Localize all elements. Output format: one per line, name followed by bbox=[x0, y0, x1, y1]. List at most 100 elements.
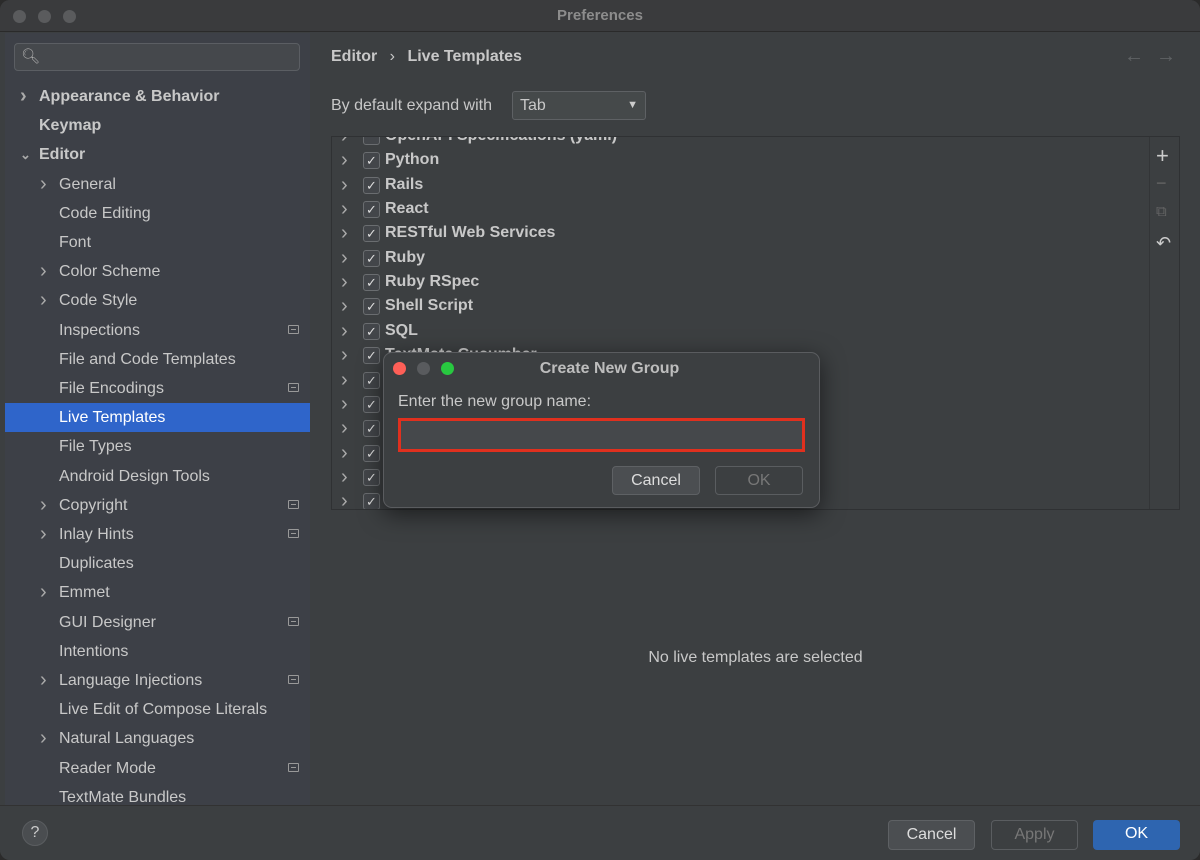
chevron-right-icon[interactable]: › bbox=[341, 270, 348, 294]
sidebar-item[interactable]: Code Editing bbox=[5, 199, 310, 228]
sidebar-item[interactable]: TextMate Bundles bbox=[5, 783, 310, 805]
sidebar-item[interactable]: ⌄ Editor bbox=[5, 140, 310, 169]
group-checkbox[interactable]: ✓ bbox=[363, 371, 380, 389]
sidebar-item[interactable]: Keymap bbox=[5, 111, 310, 140]
chevron-right-icon[interactable]: › bbox=[341, 368, 348, 392]
sidebar-item[interactable]: Duplicates bbox=[5, 549, 310, 578]
chevron-right-icon[interactable]: › bbox=[20, 82, 27, 111]
sidebar-item[interactable]: Intentions bbox=[5, 637, 310, 666]
group-checkbox[interactable]: ✓ bbox=[363, 274, 380, 292]
sidebar-item[interactable]: Android Design Tools bbox=[5, 462, 310, 491]
group-checkbox[interactable]: ✓ bbox=[363, 298, 380, 316]
sidebar-item-label: File Types bbox=[59, 438, 132, 456]
project-level-icon bbox=[288, 499, 299, 509]
chevron-down-icon[interactable]: ⌄ bbox=[20, 140, 31, 169]
group-checkbox[interactable]: ✓ bbox=[363, 322, 380, 340]
sidebar-item[interactable]: › Appearance & Behavior bbox=[5, 82, 310, 111]
group-checkbox[interactable]: ✓ bbox=[363, 395, 380, 413]
group-name-input[interactable] bbox=[398, 418, 805, 452]
back-arrow-icon[interactable]: ← bbox=[1124, 45, 1144, 68]
chevron-right-icon[interactable]: › bbox=[341, 137, 348, 148]
sidebar-item-label: Intentions bbox=[59, 642, 129, 660]
sidebar-item-label: Font bbox=[59, 234, 92, 251]
group-checkbox[interactable]: ✓ bbox=[363, 201, 380, 219]
empty-state-text: No live templates are selected bbox=[648, 649, 863, 666]
help-button[interactable]: ? bbox=[22, 820, 48, 846]
dialog-cancel-button[interactable]: Cancel bbox=[612, 466, 700, 495]
sidebar-item[interactable]: › Color Scheme bbox=[5, 257, 310, 286]
chevron-right-icon[interactable]: › bbox=[40, 491, 47, 520]
chevron-right-icon[interactable]: › bbox=[341, 294, 348, 318]
chevron-right-icon[interactable]: › bbox=[40, 286, 47, 315]
sidebar-item[interactable]: › Inlay Hints bbox=[5, 520, 310, 549]
chevron-right-icon[interactable]: › bbox=[341, 416, 348, 440]
chevron-right-icon[interactable]: › bbox=[341, 148, 348, 172]
sidebar-item[interactable]: GUI Designer bbox=[5, 608, 310, 637]
group-checkbox[interactable]: ✓ bbox=[363, 249, 380, 267]
template-group-label: SQL bbox=[385, 321, 418, 339]
chevron-right-icon[interactable]: › bbox=[341, 489, 348, 509]
sidebar-item[interactable]: › Language Injections bbox=[5, 666, 310, 695]
expand-with-value: Tab bbox=[520, 97, 546, 114]
sidebar-item-label: Keymap bbox=[39, 117, 102, 135]
sidebar-item[interactable]: › Natural Languages bbox=[5, 724, 310, 753]
sidebar-item[interactable]: › General bbox=[5, 170, 310, 199]
chevron-right-icon[interactable]: › bbox=[40, 520, 47, 549]
search-icon: 🔍︎ bbox=[21, 48, 41, 65]
chevron-right-icon[interactable]: › bbox=[341, 319, 348, 343]
dialog-ok-button[interactable]: OK bbox=[715, 466, 803, 495]
template-group-label: Python bbox=[385, 151, 440, 169]
project-level-icon bbox=[288, 616, 299, 626]
chevron-right-icon[interactable]: › bbox=[341, 173, 348, 197]
sidebar-item[interactable]: Font bbox=[5, 228, 310, 257]
chevron-right-icon[interactable]: › bbox=[40, 666, 47, 695]
group-checkbox[interactable] bbox=[363, 137, 380, 145]
chevron-right-icon[interactable]: › bbox=[341, 197, 348, 221]
group-checkbox[interactable]: ✓ bbox=[363, 493, 380, 509]
chevron-right-icon[interactable]: › bbox=[341, 343, 348, 367]
zoom-window-button[interactable] bbox=[63, 10, 76, 23]
group-checkbox[interactable]: ✓ bbox=[363, 152, 380, 170]
breadcrumb-editor[interactable]: Editor bbox=[331, 48, 377, 65]
group-checkbox[interactable]: ✓ bbox=[363, 176, 380, 194]
chevron-right-icon[interactable]: › bbox=[40, 578, 47, 607]
sidebar-item[interactable]: File Types bbox=[5, 432, 310, 461]
group-checkbox[interactable]: ✓ bbox=[363, 468, 380, 486]
breadcrumb-live-templates: Live Templates bbox=[407, 48, 522, 65]
close-window-button[interactable] bbox=[13, 10, 26, 23]
sidebar-item[interactable]: › Code Style bbox=[5, 286, 310, 315]
chevron-right-icon[interactable]: › bbox=[341, 392, 348, 416]
group-checkbox[interactable]: ✓ bbox=[363, 444, 380, 462]
group-checkbox[interactable]: ✓ bbox=[363, 420, 380, 438]
sidebar-item[interactable]: Live Edit of Compose Literals bbox=[5, 695, 310, 724]
restore-defaults-icon[interactable]: ↶ bbox=[1156, 233, 1171, 254]
sidebar-item-label: Appearance & Behavior bbox=[39, 88, 220, 105]
chevron-right-icon[interactable]: › bbox=[40, 724, 47, 753]
forward-arrow-icon[interactable]: → bbox=[1156, 45, 1176, 68]
sidebar-item[interactable]: › Emmet bbox=[5, 578, 310, 607]
sidebar-item[interactable]: Inspections bbox=[5, 316, 310, 345]
sidebar-item-label: File Encodings bbox=[59, 380, 164, 397]
chevron-right-icon[interactable]: › bbox=[40, 170, 47, 199]
sidebar-item[interactable]: Live Templates bbox=[5, 403, 310, 433]
chevron-right-icon[interactable]: › bbox=[341, 221, 348, 245]
chevron-right-icon[interactable]: › bbox=[341, 246, 348, 270]
sidebar-item[interactable]: File Encodings bbox=[5, 374, 310, 403]
expand-with-select[interactable]: Tab ▼ bbox=[512, 91, 646, 120]
sidebar-item[interactable]: File and Code Templates bbox=[5, 345, 310, 374]
chevron-right-icon[interactable]: › bbox=[40, 257, 47, 286]
remove-icon[interactable]: − bbox=[1156, 173, 1167, 194]
cancel-button[interactable]: Cancel bbox=[888, 820, 975, 850]
group-checkbox[interactable]: ✓ bbox=[363, 347, 380, 365]
minimize-window-button[interactable] bbox=[38, 10, 51, 23]
sidebar-item[interactable]: Reader Mode bbox=[5, 754, 310, 783]
ok-button[interactable]: OK bbox=[1093, 820, 1180, 850]
chevron-right-icon[interactable]: › bbox=[341, 465, 348, 489]
group-checkbox[interactable]: ✓ bbox=[363, 225, 380, 243]
sidebar-item[interactable]: › Copyright bbox=[5, 491, 310, 520]
chevron-right-icon[interactable]: › bbox=[341, 441, 348, 465]
apply-button[interactable]: Apply bbox=[991, 820, 1078, 850]
add-icon[interactable]: + bbox=[1156, 143, 1169, 169]
copy-icon[interactable]: ⧉ bbox=[1156, 203, 1167, 220]
settings-search-input[interactable]: 🔍︎ bbox=[14, 43, 300, 71]
